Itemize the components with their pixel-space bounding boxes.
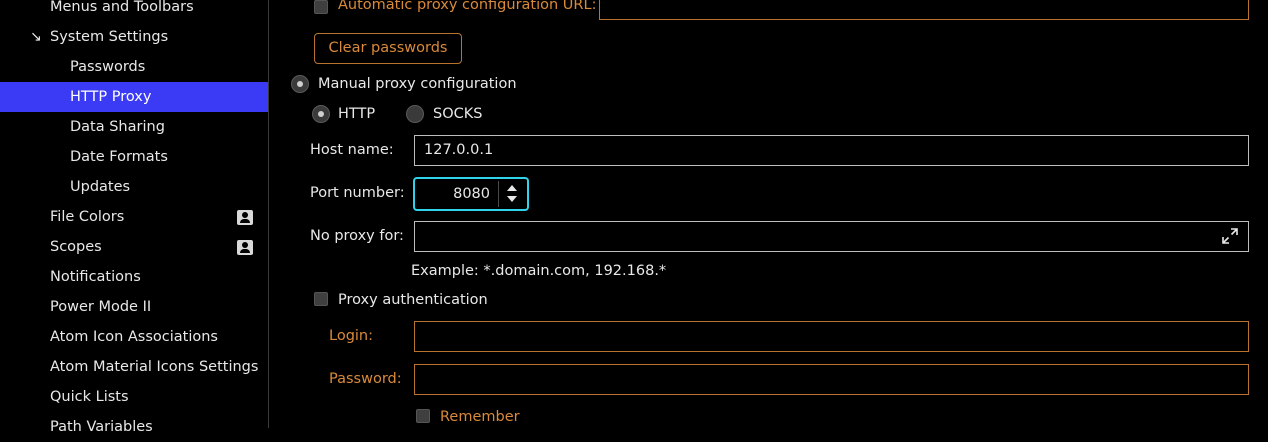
sidebar-item-atom-material-icons[interactable]: Atom Material Icons Settings (0, 352, 268, 382)
sidebar-item-date-formats[interactable]: Date Formats (0, 142, 268, 172)
person-icon (237, 210, 253, 225)
sidebar-item-label: Menus and Toolbars (50, 0, 194, 15)
sidebar-item-label: Scopes (50, 239, 102, 255)
login-input[interactable] (414, 321, 1249, 352)
remember-label: Remember (440, 409, 520, 425)
no-proxy-label: No proxy for: (310, 228, 404, 244)
http-radio[interactable] (312, 105, 330, 123)
host-name-input[interactable]: 127.0.0.1 (414, 135, 1249, 166)
sidebar-item-label: HTTP Proxy (70, 89, 152, 105)
sidebar-item-notifications[interactable]: Notifications (0, 262, 268, 292)
auto-proxy-url-input[interactable] (599, 0, 1249, 20)
sidebar-item-label: Atom Icon Associations (50, 329, 218, 345)
port-number-spinner[interactable]: 8080 (413, 177, 529, 211)
sidebar-item-http-proxy[interactable]: HTTP Proxy (0, 82, 268, 112)
sidebar-item-label: Power Mode II (50, 299, 152, 315)
host-name-label: Host name: (310, 142, 394, 158)
sidebar-item-label: Quick Lists (50, 389, 129, 405)
sidebar-item-label: Path Variables (50, 419, 153, 435)
manual-proxy-label: Manual proxy configuration (318, 76, 517, 92)
socks-radio[interactable] (406, 105, 424, 123)
person-icon (237, 240, 253, 255)
sidebar-item-passwords[interactable]: Passwords (0, 52, 268, 82)
auto-proxy-checkbox[interactable] (314, 0, 328, 14)
login-label: Login: (329, 328, 374, 344)
socks-label: SOCKS (433, 106, 483, 122)
auto-proxy-label: Automatic proxy configuration URL: (338, 0, 597, 13)
port-number-value: 8080 (453, 186, 490, 202)
settings-sidebar: Menus and Toolbars ↘ System Settings Pas… (0, 0, 268, 435)
sidebar-item-label: System Settings (50, 29, 169, 45)
manual-proxy-radio[interactable] (291, 75, 309, 93)
sidebar-item-label: Atom Material Icons Settings (50, 359, 259, 375)
sidebar-item-menus-and-toolbars[interactable]: Menus and Toolbars (0, 0, 268, 22)
http-label: HTTP (338, 106, 376, 122)
sidebar-item-quick-lists[interactable]: Quick Lists (0, 382, 268, 412)
sidebar-item-data-sharing[interactable]: Data Sharing (0, 112, 268, 142)
sidebar-item-label: Passwords (70, 59, 146, 75)
http-proxy-panel: Automatic proxy configuration URL: Clear… (269, 0, 1268, 428)
sidebar-item-file-colors[interactable]: File Colors (0, 202, 268, 232)
proxy-auth-checkbox[interactable] (314, 292, 328, 306)
sidebar-item-power-mode[interactable]: Power Mode II (0, 292, 268, 322)
clear-passwords-button[interactable]: Clear passwords (314, 33, 462, 64)
expand-arrow-icon[interactable]: ↘ (30, 22, 42, 52)
port-number-label: Port number: (310, 185, 405, 201)
sidebar-item-updates[interactable]: Updates (0, 172, 268, 202)
sidebar-item-label: Date Formats (70, 149, 168, 165)
sidebar-item-label: Notifications (50, 269, 141, 285)
sidebar-item-scopes[interactable]: Scopes (0, 232, 268, 262)
sidebar-item-label: File Colors (50, 209, 125, 225)
sidebar-item-atom-icon-associations[interactable]: Atom Icon Associations (0, 322, 268, 352)
password-label: Password: (329, 371, 402, 387)
no-proxy-input[interactable] (414, 221, 1249, 252)
sidebar-item-label: Updates (70, 179, 131, 195)
proxy-auth-label: Proxy authentication (338, 292, 488, 308)
remember-checkbox[interactable] (416, 409, 430, 423)
password-input[interactable] (414, 364, 1249, 395)
spinner-arrows-icon[interactable] (498, 181, 521, 207)
sidebar-item-label: Data Sharing (70, 119, 165, 135)
no-proxy-example: Example: *.domain.com, 192.168.* (411, 263, 667, 279)
sidebar-item-path-variables[interactable]: Path Variables (0, 412, 268, 442)
sidebar-item-system-settings[interactable]: ↘ System Settings (0, 22, 268, 52)
expand-icon[interactable] (1222, 228, 1238, 244)
